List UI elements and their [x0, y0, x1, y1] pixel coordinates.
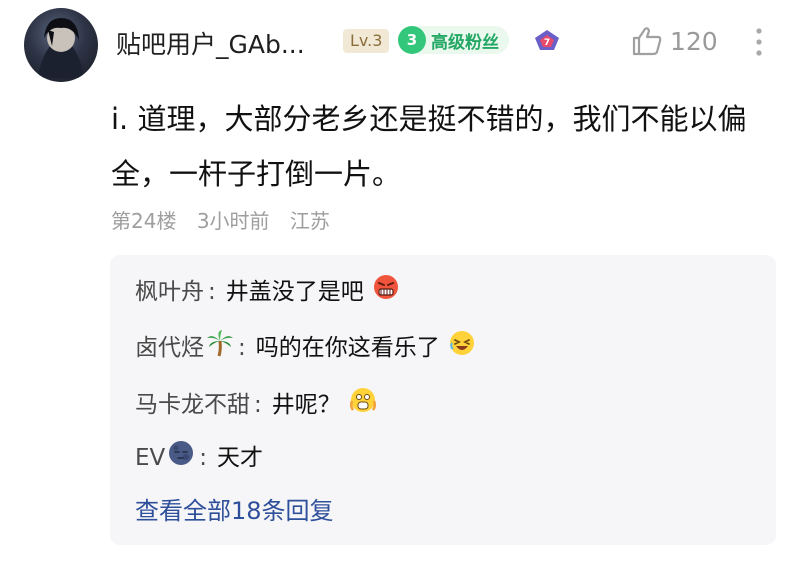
- svg-text:7: 7: [544, 38, 550, 48]
- post-content: i. 道理，大部分老乡还是挺不错的，我们不能以偏 全，一杆子打倒一片。: [111, 102, 747, 191]
- reply-item[interactable]: 枫叶舟 : 井盖没了是吧: [135, 273, 400, 311]
- thumbs-up-icon[interactable]: [630, 24, 664, 62]
- username[interactable]: 贴吧用户_GAb...: [116, 25, 305, 61]
- like-count: 120: [670, 27, 718, 56]
- moon-face-icon: [167, 439, 195, 477]
- fan-badge-label: 高级粉丝: [431, 32, 499, 53]
- fan-badge[interactable]: 3 高级粉丝: [398, 26, 509, 54]
- reply-author[interactable]: 枫叶舟: [135, 275, 204, 309]
- reply-text: 井呢？: [271, 392, 341, 418]
- medal-icon: 7: [532, 26, 562, 60]
- laughing-emoji-icon: [448, 329, 476, 367]
- post-time: 3小时前: [196, 209, 270, 233]
- reply-list: 枫叶舟 : 井盖没了是吧 卤代烃 : 吗的在你这看乐了 马卡龙不甜: 井呢？ …: [110, 255, 776, 545]
- reply-text: 天才: [217, 445, 264, 471]
- post-location: 江苏: [289, 209, 330, 233]
- floor-number: 第24楼: [111, 209, 177, 233]
- avatar[interactable]: [24, 8, 98, 82]
- reply-text: 吗的在你这看乐了: [255, 335, 440, 361]
- reply-item[interactable]: EV : 天才: [135, 439, 263, 477]
- level-badge: Lv.3: [343, 29, 390, 53]
- fan-level-number: 3: [398, 26, 426, 54]
- reply-author[interactable]: EV: [135, 441, 165, 475]
- view-all-replies-link[interactable]: 查看全部18条回复: [135, 491, 334, 526]
- reply-author[interactable]: 卤代烃: [135, 331, 204, 365]
- angry-emoji-icon: [372, 273, 400, 311]
- reply-item[interactable]: 卤代烃 : 吗的在你这看乐了: [135, 329, 476, 367]
- post-meta: 第24楼 3小时前 江苏: [111, 205, 344, 234]
- reply-item[interactable]: 马卡龙不甜 : 井呢？: [135, 386, 377, 424]
- reply-author[interactable]: 马卡龙不甜: [135, 388, 250, 422]
- more-options-icon[interactable]: [752, 25, 766, 63]
- reply-text: 井盖没了是吧: [225, 279, 364, 305]
- palm-tree-icon: [206, 329, 234, 367]
- scared-emoji-icon: [349, 386, 377, 424]
